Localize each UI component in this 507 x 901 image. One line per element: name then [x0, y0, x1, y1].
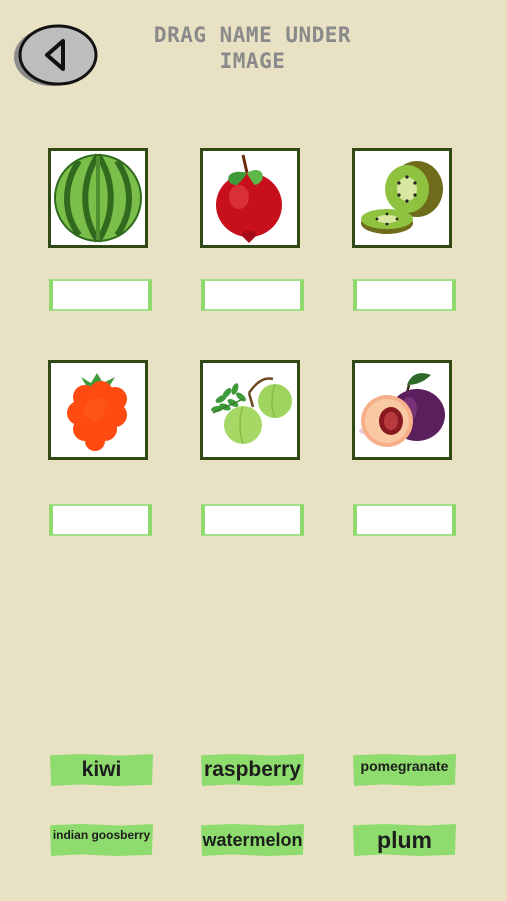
pomegranate-icon	[216, 154, 282, 243]
back-button[interactable]	[14, 24, 98, 86]
raspberry-icon	[67, 373, 127, 451]
image-card-plum	[352, 360, 452, 460]
image-card-watermelon	[48, 148, 148, 248]
label-pomegranate[interactable]: pomegranate	[353, 754, 456, 786]
label-indian-goosberry[interactable]: indian goosberry	[50, 824, 153, 856]
drop-slot-5[interactable]	[201, 504, 304, 536]
drop-slot-1[interactable]	[49, 279, 152, 311]
image-card-raspberry	[48, 360, 148, 460]
drop-slot-2[interactable]	[201, 279, 304, 311]
kiwi-icon	[361, 161, 443, 234]
image-card-indian-gooseberry	[200, 360, 300, 460]
drop-slot-6[interactable]	[353, 504, 456, 536]
label-watermelon[interactable]: watermelon	[201, 824, 304, 856]
image-card-kiwi	[352, 148, 452, 248]
label-raspberry[interactable]: raspberry	[201, 754, 304, 786]
page-title: DRAG NAME UNDER IMAGE	[130, 22, 375, 74]
title-line-1: DRAG NAME UNDER	[153, 23, 352, 47]
image-card-pomegranate	[200, 148, 300, 248]
label-kiwi[interactable]: kiwi	[50, 754, 153, 786]
plum-icon	[359, 373, 445, 447]
drop-slot-4[interactable]	[49, 504, 152, 536]
label-plum[interactable]: plum	[353, 824, 456, 856]
indian-gooseberry-icon	[211, 377, 292, 444]
back-arrow-icon	[14, 24, 98, 86]
title-line-2: IMAGE	[219, 49, 286, 73]
watermelon-icon	[54, 153, 142, 243]
drop-slot-3[interactable]	[353, 279, 456, 311]
